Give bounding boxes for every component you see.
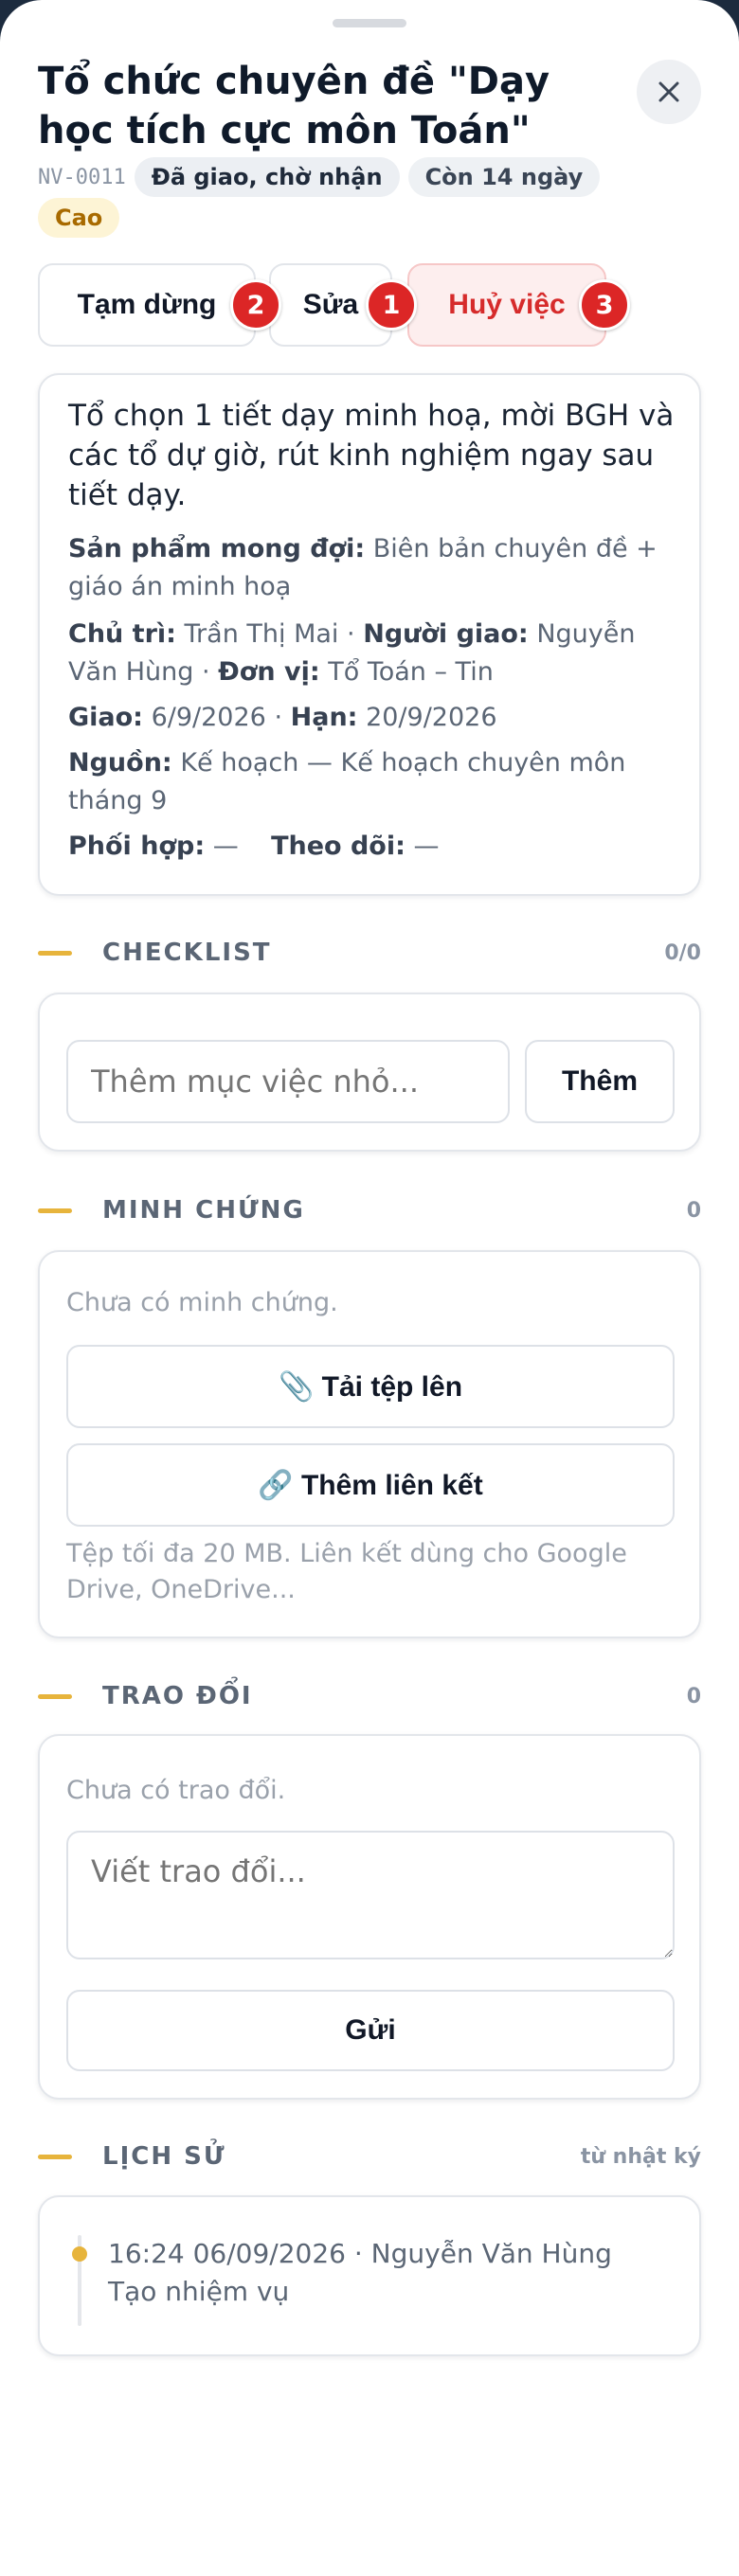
section-accent <box>38 950 72 956</box>
history-entry-text: Tạo nhiệm vụ <box>108 2276 290 2307</box>
timeline-dot <box>72 2246 87 2262</box>
assigned-value: 6/9/2026 <box>151 703 266 732</box>
checklist-header: CHECKLIST 0/0 <box>38 934 701 972</box>
priority-badge: Cao <box>38 198 120 238</box>
remaining-badge: Còn 14 ngày <box>407 157 601 197</box>
product-label: Sản phẩm mong đợi: <box>68 534 366 564</box>
checklist-card: Thêm <box>38 993 701 1152</box>
cancel-badge: 3 <box>579 279 630 331</box>
task-title: Tổ chức chuyên đề "Dạy học tích cực môn … <box>38 60 550 152</box>
cancel-label: Huỷ việc <box>448 289 566 320</box>
section-accent <box>38 1208 72 1213</box>
task-code: NV-0011 <box>38 165 126 189</box>
owner-value: Trần Thị Mai <box>184 619 339 649</box>
action-bar: Tạm dừng Sửa Huỷ việc 2 1 3 <box>38 263 701 347</box>
evidence-title: MINH CHỨNG <box>102 1196 305 1225</box>
drag-handle[interactable] <box>333 19 406 27</box>
discussion-empty: Chưa có trao đổi. <box>66 1776 286 1805</box>
task-meta: NV-0011 Đã giao, chờ nhận Còn 14 ngày <box>38 157 601 197</box>
unit-label: Đơn vị: <box>218 657 320 687</box>
evidence-card: Chưa có minh chứng. 📎 Tải tệp lên 🔗 Thêm… <box>38 1250 701 1638</box>
close-button[interactable] <box>637 60 701 124</box>
history-title: LỊCH SỬ <box>102 2142 226 2171</box>
assigner-label: Người giao: <box>363 619 529 649</box>
source-info: Nguồn: Kế hoạch — Kế hoạch chuyên môn th… <box>68 744 675 820</box>
discussion-title: TRAO ĐỔI <box>102 1682 253 1710</box>
add-link-button[interactable]: 🔗 Thêm liên kết <box>66 1443 675 1527</box>
history-entry-meta: 16:24 06/09/2026 · Nguyễn Văn Hùng <box>108 2238 612 2269</box>
add-checklist-button[interactable]: Thêm <box>525 1040 675 1123</box>
section-accent <box>38 1693 72 1699</box>
watch-label: Theo dõi: <box>271 832 406 861</box>
section-accent <box>38 2154 72 2159</box>
evidence-hint: Tệp tối đa 20 MB. Liên kết dùng cho Goog… <box>66 1539 627 1604</box>
dates-info: Giao: 6/9/2026 · Hạn: 20/9/2026 <box>68 703 497 732</box>
status-badge: Đã giao, chờ nhận <box>134 157 400 197</box>
due-value: 20/9/2026 <box>366 703 497 732</box>
discussion-count: 0 <box>686 1684 701 1708</box>
source-label: Nguồn: <box>68 748 172 778</box>
collab-label: Phối hợp: <box>68 832 206 861</box>
watch-value: — <box>413 832 440 861</box>
assigned-label: Giao: <box>68 703 143 732</box>
history-card: 16:24 06/09/2026 · Nguyễn Văn Hùng Tạo n… <box>38 2195 701 2356</box>
expected-product: Sản phẩm mong đợi: Biên bản chuyên đề + … <box>68 530 675 606</box>
history-note: từ nhật ký <box>580 2144 701 2169</box>
checklist-title: CHECKLIST <box>102 939 272 967</box>
owner-label: Chủ trì: <box>68 619 176 649</box>
details-card: Tổ chọn 1 tiết dạy minh hoạ, mời BGH và … <box>38 373 701 896</box>
task-detail-sheet: Tổ chức chuyên đề "Dạy học tích cực môn … <box>0 0 739 2576</box>
checklist-item-input[interactable] <box>66 1040 510 1123</box>
evidence-header: MINH CHỨNG 0 <box>38 1191 701 1229</box>
discussion-textarea[interactable] <box>66 1831 675 1959</box>
edit-badge: 1 <box>366 279 417 331</box>
pause-button[interactable]: Tạm dừng <box>38 263 256 347</box>
history-header: LỊCH SỬ từ nhật ký <box>38 2138 701 2175</box>
collab-info: Phối hợp: — Theo dõi: — <box>68 828 675 866</box>
evidence-empty: Chưa có minh chứng. <box>66 1288 338 1317</box>
close-icon <box>658 81 679 102</box>
checklist-count: 0/0 <box>664 940 701 965</box>
people-info: Chủ trì: Trần Thị Mai · Người giao: Nguy… <box>68 619 636 687</box>
cancel-task-button[interactable]: Huỷ việc <box>407 263 606 347</box>
upload-file-button[interactable]: 📎 Tải tệp lên <box>66 1345 675 1428</box>
unit-value: Tổ Toán – Tin <box>328 657 494 687</box>
task-description: Tổ chọn 1 tiết dạy minh hoạ, mời BGH và … <box>68 399 675 512</box>
discussion-header: TRAO ĐỔI 0 <box>38 1677 701 1715</box>
send-button[interactable]: Gửi <box>66 1990 675 2071</box>
collab-value: — <box>212 832 239 861</box>
pause-label: Tạm dừng <box>77 289 217 320</box>
pause-badge: 2 <box>230 279 281 331</box>
due-label: Hạn: <box>290 703 358 732</box>
evidence-count: 0 <box>686 1198 701 1223</box>
edit-label: Sửa <box>302 289 359 320</box>
discussion-card: Chưa có trao đổi. Gửi <box>38 1734 701 2100</box>
